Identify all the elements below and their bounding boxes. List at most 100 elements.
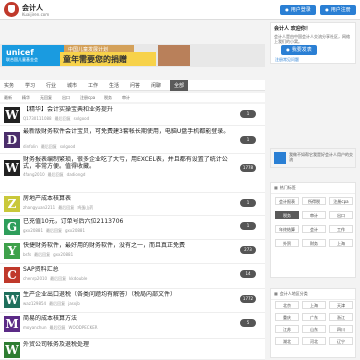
notice-link[interactable]: 注册常见问题 — [275, 57, 299, 63]
tag-item[interactable]: 注册cpa — [329, 197, 353, 205]
post-author[interactable]: bsfs — [23, 252, 31, 257]
post-title[interactable]: 财务报表编制繁琐，很多企业吃了大亏，用EXCEL表，并且都有设置了统计公式，非常… — [23, 156, 238, 170]
post-title[interactable]: SAP资料汇总 — [23, 266, 238, 273]
area-item[interactable]: 天津 — [329, 301, 353, 309]
tab-shenghuo[interactable]: 生活 — [109, 82, 119, 89]
last-reply-label: 最后回复 — [46, 228, 62, 233]
post-row[interactable]: C SAP资料汇总 chenrp2010 最后回复 kkdouble 14 — [0, 264, 265, 289]
post-author[interactable]: dinfolin — [23, 144, 38, 149]
subtab-featured[interactable]: 精华 — [22, 95, 30, 101]
avatar[interactable]: Z — [4, 196, 20, 212]
subtab-cpa[interactable]: 注册cpa — [80, 95, 95, 101]
subtab-noreply[interactable]: 无回复 — [40, 95, 52, 101]
area-item[interactable]: 江苏 — [275, 325, 299, 333]
post-author[interactable]: gxx20881 — [23, 228, 43, 233]
post-author[interactable]: zhangyuan2211 — [23, 205, 55, 210]
post-author[interactable]: sxlgood — [60, 144, 76, 149]
tag-item[interactable]: 外贸 — [275, 239, 299, 247]
post-title[interactable]: 房地产成本核算表 — [23, 195, 238, 202]
post-meta: bsfs 最后回复 gxx20881 — [23, 252, 76, 258]
tab-gongzuo[interactable]: 工作 — [88, 82, 98, 89]
tab-shiwu[interactable]: 实务 — [4, 82, 14, 89]
post-title[interactable]: 外贸公司帐务及退税处理 — [23, 341, 238, 348]
ad-banner[interactable]: unicef 联合国儿童基金会 中国儿童发展计划 童年需要您的捐赠 — [0, 44, 265, 67]
post-row[interactable]: D 最新版财务软件会计宝贝，可免费建3套帐长期使用，电脑U盘手机都能登录。 dinf… — [0, 126, 265, 154]
area-item[interactable]: 上海 — [302, 301, 326, 309]
post-title[interactable]: 最新版财务软件会计宝贝，可免费建3套帐长期使用，电脑U盘手机都能登录。 — [23, 128, 238, 142]
avatar[interactable]: Y — [4, 243, 20, 259]
avatar[interactable]: G — [4, 219, 20, 235]
post-author[interactable]: WOODPECKER — [69, 325, 98, 330]
avatar[interactable]: W — [4, 107, 20, 123]
post-author[interactable]: Q1730111088 — [23, 116, 52, 121]
register-button[interactable]: 用户注册 — [320, 5, 356, 15]
tag-item[interactable]: 年终结算 — [275, 225, 299, 233]
last-reply-label: 最后回复 — [54, 116, 71, 121]
area-item[interactable]: 北京 — [275, 301, 299, 309]
tag-item[interactable]: 财务 — [302, 239, 326, 247]
avatar[interactable]: D — [4, 132, 20, 148]
logo-icon[interactable] — [4, 2, 19, 17]
post-author[interactable]: dadiongd — [67, 172, 86, 177]
sidebar-ad[interactable]: 我做不如帮它我是好会计人用户的交流 — [270, 148, 356, 168]
subtab-export[interactable]: 出口 — [62, 95, 70, 101]
post-author[interactable]: 4fang2010 — [23, 172, 45, 177]
post-author[interactable]: gxx20881 — [53, 252, 73, 257]
post-row[interactable]: M 简易的成本核算方法 moyanchun 最后回复 WOODPECKER 5 — [0, 313, 265, 339]
tab-hangye[interactable]: 行业 — [46, 82, 56, 89]
post-author[interactable]: chenrp2010 — [23, 276, 47, 281]
tag-item[interactable]: 上海 — [329, 239, 353, 247]
area-item[interactable]: 四川 — [329, 325, 353, 333]
area-panel: 会计人地区分类 北京 上海 天津 重庆 广东 浙江 江苏 山东 四川 湖北 河北… — [270, 288, 356, 358]
post-row[interactable]: G 已充值10元，订单号后六位2113706 gxx20881 最后回复 gxx2088… — [0, 216, 265, 240]
post-title[interactable]: 生产企业出口退税（各类问题均有解答）（税局内部文件） — [23, 291, 238, 298]
tab-chengshi[interactable]: 城市 — [67, 82, 77, 89]
tag-item[interactable]: 税务 — [275, 211, 299, 219]
publish-button[interactable]: 我要发表 — [281, 45, 317, 55]
tag-item[interactable]: 出口 — [329, 211, 353, 219]
post-author[interactable]: waz129854 — [23, 301, 46, 306]
post-row[interactable]: W 外贸公司帐务及退税处理 — [0, 339, 265, 360]
avatar[interactable]: W — [4, 342, 20, 358]
subtab-tax[interactable]: 税务 — [104, 95, 112, 101]
post-meta: moyanchun 最后回复 WOODPECKER — [23, 325, 101, 331]
login-button[interactable]: 用户登录 — [280, 5, 316, 15]
area-item[interactable]: 河北 — [302, 337, 326, 345]
post-row[interactable]: W 财务报表编制繁琐，很多企业吃了大亏，用EXCEL表，并且都有设置了统计公式，非… — [0, 154, 265, 193]
tag-item[interactable]: 工作 — [329, 225, 353, 233]
post-row[interactable]: Y 快捷财务软件，最好用的财务软件，没有之一，而且真正免费 bsfs 最后回复 gxx2… — [0, 240, 265, 264]
area-item[interactable]: 湖北 — [275, 337, 299, 345]
avatar[interactable]: M — [4, 316, 20, 332]
post-author[interactable]: kkdouble — [69, 276, 87, 281]
post-title[interactable]: 简易的成本核算方法 — [23, 315, 238, 322]
post-author[interactable]: moyanchun — [23, 325, 47, 330]
area-item[interactable]: 山东 — [302, 325, 326, 333]
tag-item[interactable]: 所得税 — [302, 197, 326, 205]
post-row[interactable]: W 【精华】会计实操宝典和业务提升 Q1730111088 最后回复 sxlgood 1 — [0, 104, 265, 126]
tab-xuexi[interactable]: 学习 — [25, 82, 35, 89]
subtab-audit[interactable]: 审计 — [122, 95, 130, 101]
post-title[interactable]: 已充值10元，订单号后六位2113706 — [23, 218, 238, 225]
area-item[interactable]: 辽宁 — [329, 337, 353, 345]
area-item[interactable]: 广东 — [302, 313, 326, 321]
area-item[interactable]: 浙江 — [329, 313, 353, 321]
tag-item[interactable]: 会计报表 — [275, 197, 299, 205]
tag-item[interactable]: 审计 — [302, 211, 326, 219]
tab-wenda[interactable]: 问答 — [130, 82, 140, 89]
tab-all[interactable]: 全部 — [170, 80, 189, 91]
post-title[interactable]: 【精华】会计实操宝典和业务提升 — [23, 106, 238, 113]
tab-xianliao[interactable]: 闲聊 — [151, 82, 161, 89]
avatar[interactable]: C — [4, 267, 20, 283]
area-item[interactable]: 重庆 — [275, 313, 299, 321]
avatar[interactable]: W — [4, 160, 20, 176]
post-row[interactable]: Z 房地产成本核算表 zhangyuan2211 最后回复 鸡蛋山药 1 — [0, 193, 265, 216]
post-title[interactable]: 快捷财务软件，最好用的财务软件，没有之一，而且真正免费 — [23, 242, 238, 249]
post-author[interactable]: gxx20881 — [65, 228, 85, 233]
post-author[interactable]: sxlgood — [74, 116, 90, 121]
avatar[interactable]: W — [4, 292, 20, 308]
post-row[interactable]: W 生产企业出口退税（各类问题均有解答）（税局内部文件） waz129854 最后回复… — [0, 289, 265, 313]
tag-item[interactable]: 会计 — [302, 225, 326, 233]
subtab-latest[interactable]: 最新 — [4, 95, 12, 101]
post-author[interactable]: jasxjb — [68, 301, 80, 306]
post-author[interactable]: 鸡蛋山药 — [77, 205, 93, 210]
